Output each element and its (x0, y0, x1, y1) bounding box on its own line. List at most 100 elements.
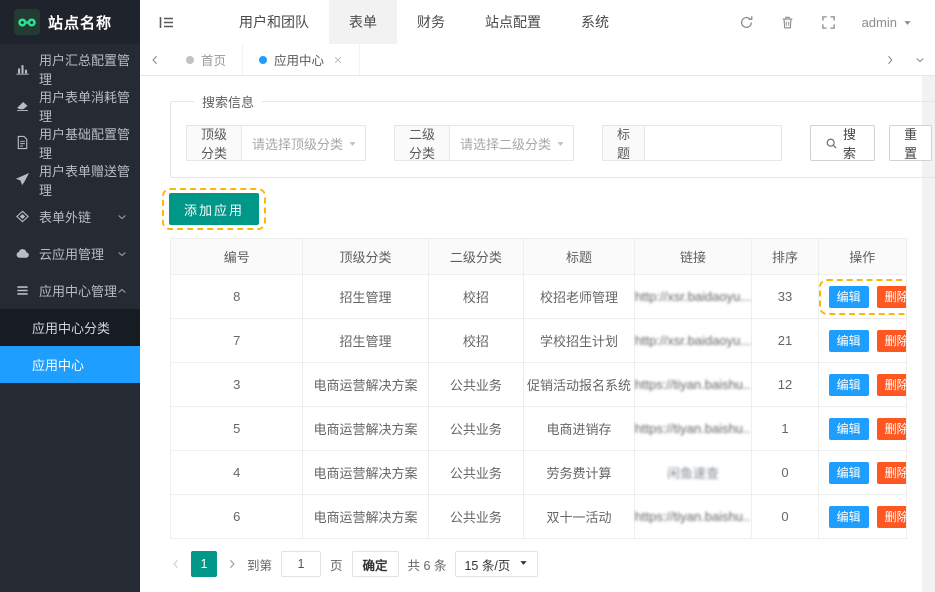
close-tab-icon[interactable] (333, 55, 343, 65)
cell-id: 8 (171, 275, 303, 319)
actions-highlight: 编辑 删除 (819, 279, 907, 315)
sidebar-item[interactable]: 表单外链 (0, 198, 140, 235)
goto-label: 到第 (247, 555, 272, 574)
edit-button[interactable]: 编辑 (829, 374, 869, 396)
sidebar-item[interactable]: 用户基础配置管理 (0, 124, 140, 161)
edit-button[interactable]: 编辑 (829, 330, 869, 352)
delete-button[interactable]: 删除 (877, 462, 907, 484)
user-menu[interactable]: admin (862, 15, 913, 30)
sidebar-subitem[interactable]: 应用中心 (0, 346, 140, 383)
edit-button[interactable]: 编辑 (829, 418, 869, 440)
cell-top-category: 电商运营解决方案 (303, 363, 428, 407)
reset-button[interactable]: 重置 (889, 125, 932, 161)
edit-button[interactable]: 编辑 (829, 506, 869, 528)
topnav-item[interactable]: 用户和团队 (219, 0, 329, 44)
sidebar-item[interactable]: 应用中心管理 (0, 272, 140, 309)
topnav-item-label: 系统 (581, 14, 609, 30)
cell-id: 4 (171, 451, 303, 495)
sidebar-item-label: 应用中心管理 (39, 281, 117, 300)
cell-title: 学校招生计划 (524, 319, 634, 363)
refresh-icon[interactable] (739, 15, 754, 30)
per-page-select[interactable]: 15 条/页 (455, 551, 538, 577)
search-form: 顶级分类 请选择顶级分类 二级分类 请选择二级分类 (186, 125, 932, 161)
sidebar-menu: 用户汇总配置管理 用户表单消耗管理 用户基础配置管理 用户 (0, 44, 140, 309)
sidebar-item[interactable]: 用户汇总配置管理 (0, 50, 140, 87)
cell-link[interactable]: http://xsr.baidaoyu... (634, 275, 752, 319)
cell-link[interactable]: https://tiyan.baishu... (634, 495, 752, 539)
file-icon (15, 135, 30, 150)
search-panel: 搜索信息 顶级分类 请选择顶级分类 二级分类 请选择二级分类 (170, 92, 935, 178)
chevron-up-icon (116, 285, 128, 297)
prev-page-icon[interactable] (170, 558, 182, 570)
search-button[interactable]: 搜索 (810, 125, 875, 161)
caret-down-icon (902, 17, 913, 28)
delete-button[interactable]: 删除 (877, 418, 907, 440)
site-logo[interactable]: 站点名称 (0, 0, 140, 44)
column-header: 编号 (171, 239, 303, 275)
title-group: 标题 (602, 125, 782, 161)
cell-link[interactable]: 闲鱼速查 (634, 451, 752, 495)
confirm-page-button[interactable]: 确定 (352, 551, 399, 577)
cell-link[interactable]: https://tiyan.baishu... (634, 363, 752, 407)
tab[interactable]: 应用中心 (243, 44, 360, 75)
clear-cache-icon[interactable] (780, 15, 795, 30)
delete-button[interactable]: 删除 (877, 330, 907, 352)
title-input[interactable] (644, 125, 782, 161)
collapse-sidebar-icon[interactable] (140, 14, 193, 31)
sidebar-item[interactable]: 用户表单赠送管理 (0, 161, 140, 198)
topnav-item[interactable]: 站点配置 (465, 0, 561, 44)
sidebar-subitem[interactable]: 应用中心分类 (0, 309, 140, 346)
cell-top-category: 招生管理 (303, 319, 428, 363)
tabs-menu-icon[interactable] (905, 44, 935, 75)
tabs-scroll-right-icon[interactable] (875, 44, 905, 75)
main-area: 用户和团队 表单 财务 站点配置 系统 (140, 0, 935, 592)
delete-button[interactable]: 删除 (877, 374, 907, 396)
actions-highlight: 编辑 删除 (819, 455, 907, 491)
goto-page-input[interactable] (281, 551, 321, 577)
cell-link[interactable]: https://tiyan.baishu... (634, 407, 752, 451)
chevron-down-icon (116, 248, 128, 260)
cell-id: 7 (171, 319, 303, 363)
cell-sub-category: 公共业务 (428, 451, 524, 495)
gem-icon (15, 209, 30, 224)
cell-title: 电商进销存 (524, 407, 634, 451)
next-page-icon[interactable] (226, 558, 238, 570)
search-icon (825, 137, 838, 150)
cell-title: 劳务费计算 (524, 451, 634, 495)
tab[interactable]: 首页 (170, 44, 243, 75)
topnav-item[interactable]: 财务 (397, 0, 465, 44)
sidebar-item[interactable]: 用户表单消耗管理 (0, 87, 140, 124)
actions-highlight: 编辑 删除 (819, 411, 907, 447)
top-category-select[interactable]: 请选择顶级分类 (241, 125, 366, 161)
eraser-icon (15, 98, 30, 113)
delete-button[interactable]: 删除 (877, 286, 907, 308)
sub-category-select[interactable]: 请选择二级分类 (449, 125, 574, 161)
cell-link[interactable]: http://xsr.baidaoyu... (634, 319, 752, 363)
sidebar: 站点名称 用户汇总配置管理 用户表单消耗管理 用户基础配置管理 (0, 0, 140, 592)
edit-button[interactable]: 编辑 (829, 462, 869, 484)
tab-label: 首页 (201, 50, 226, 69)
delete-button[interactable]: 删除 (877, 506, 907, 528)
add-app-button[interactable]: 添加应用 (169, 193, 259, 225)
cell-sub-category: 校招 (428, 275, 524, 319)
cell-sort: 33 (752, 275, 818, 319)
topnav-item[interactable]: 系统 (561, 0, 629, 44)
sidebar-item[interactable]: 云应用管理 (0, 235, 140, 272)
page-number-button[interactable]: 1 (191, 551, 217, 577)
cell-actions: 编辑 删除 (818, 495, 906, 539)
cell-sort: 0 (752, 451, 818, 495)
sidebar-item-label: 云应用管理 (39, 244, 104, 263)
sidebar-item-label: 用户表单赠送管理 (39, 161, 140, 199)
column-header: 操作 (818, 239, 906, 275)
edit-button[interactable]: 编辑 (829, 286, 869, 308)
cell-top-category: 电商运营解决方案 (303, 495, 428, 539)
sidebar-item-label: 用户表单消耗管理 (39, 87, 140, 125)
caret-down-icon (518, 557, 529, 571)
cell-actions: 编辑 删除 (818, 275, 906, 319)
topnav-item[interactable]: 表单 (329, 0, 397, 44)
fullscreen-icon[interactable] (821, 15, 836, 30)
tab-dot-icon (186, 56, 194, 64)
actions-highlight: 编辑 删除 (819, 323, 907, 359)
tabs-scroll-left-icon[interactable] (140, 44, 170, 75)
search-panel-title: 搜索信息 (194, 92, 262, 111)
